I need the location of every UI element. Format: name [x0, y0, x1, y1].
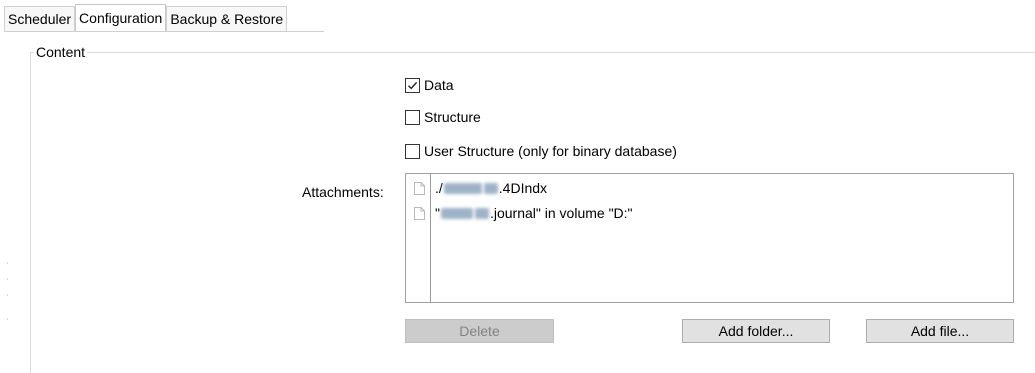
attachment-suffix: .4DIndx [498, 180, 548, 196]
data-checkbox[interactable] [405, 77, 420, 93]
attachment-prefix: ./ [435, 180, 443, 196]
content-group-title: Content [34, 43, 88, 61]
data-checkbox-row[interactable]: Data [405, 76, 454, 94]
tab-configuration[interactable]: Configuration [75, 4, 167, 32]
tab-strip: Scheduler Configuration Backup & Restore [4, 4, 288, 32]
list-item[interactable]: ./ .4DIndx [414, 179, 547, 197]
user-structure-checkbox-label: User Structure (only for binary database… [424, 143, 677, 159]
attachments-label: Attachments: [302, 184, 384, 200]
user-structure-checkbox[interactable] [405, 143, 420, 159]
structure-checkbox-label: Structure [424, 109, 481, 125]
structure-checkbox-row[interactable]: Structure [405, 108, 481, 126]
document-icon [414, 181, 425, 195]
edge-mark [7, 294, 8, 296]
tab-backup-restore[interactable]: Backup & Restore [166, 6, 288, 31]
tab-baseline [4, 31, 324, 32]
user-structure-checkbox-row[interactable]: User Structure (only for binary database… [405, 142, 677, 160]
document-icon [414, 206, 425, 220]
redacted-text [440, 207, 473, 219]
checkmark-icon [408, 81, 418, 89]
attachment-suffix: .journal" in volume "D:" [489, 205, 633, 221]
delete-button[interactable]: Delete [405, 319, 554, 343]
data-checkbox-label: Data [424, 77, 454, 93]
tab-scheduler[interactable]: Scheduler [4, 6, 76, 31]
redacted-text [483, 182, 498, 194]
redacted-text [474, 207, 489, 219]
attachment-prefix: " [435, 205, 440, 221]
list-item[interactable]: " .journal" in volume "D:" [414, 204, 633, 222]
edge-mark [7, 318, 8, 320]
redacted-text [443, 182, 482, 194]
attachments-list[interactable]: ./ .4DIndx " .journal" in volume "D:" [405, 173, 1014, 303]
edge-mark [7, 278, 8, 280]
add-file-button[interactable]: Add file... [866, 319, 1014, 343]
structure-checkbox[interactable] [405, 109, 420, 125]
edge-mark [7, 262, 8, 264]
add-folder-button[interactable]: Add folder... [682, 319, 830, 343]
